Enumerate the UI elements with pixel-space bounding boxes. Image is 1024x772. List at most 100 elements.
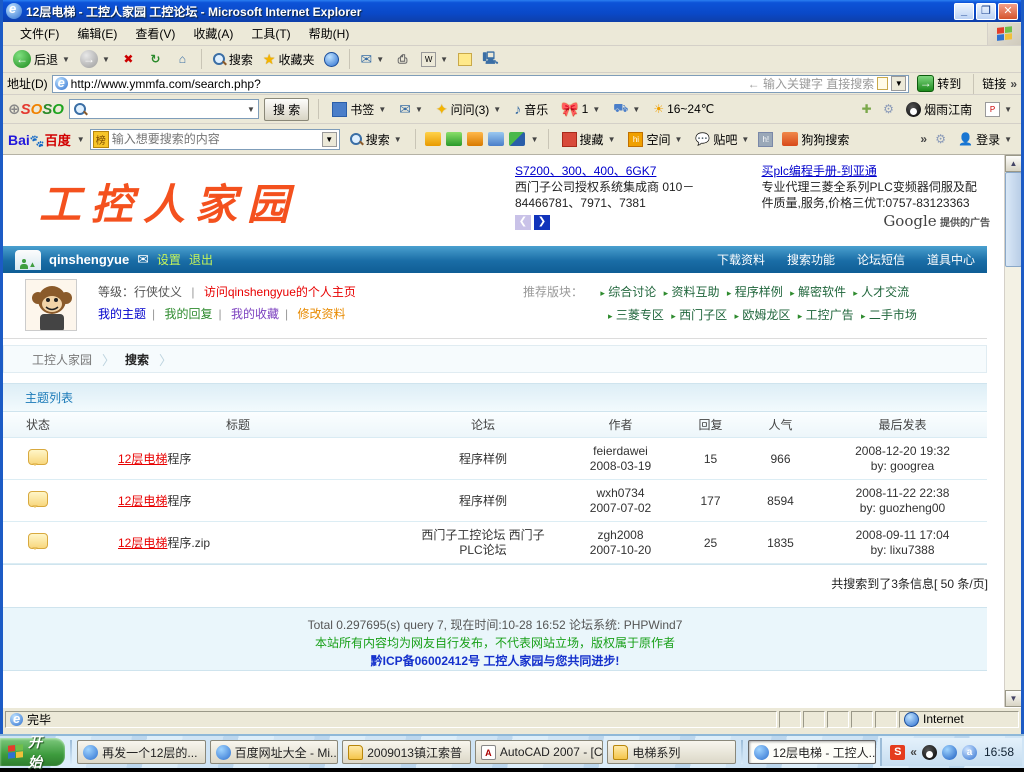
sogou-tray-icon[interactable]: S [890, 745, 905, 760]
menu-file[interactable]: 文件(F) [11, 22, 68, 45]
board-link[interactable]: 西门子区 [679, 308, 727, 322]
baidu-zhidao-icon[interactable] [467, 132, 483, 146]
links-label[interactable]: 链接 [982, 75, 1006, 92]
stop-button[interactable]: ✖ [116, 49, 141, 70]
baidu-tieba-button[interactable]: 💬贴吧▼ [691, 129, 753, 150]
soso-bookmark-button[interactable]: 书签▼ [328, 99, 390, 120]
topic-link[interactable]: 12层电梯 [118, 536, 167, 550]
vertical-scrollbar[interactable]: ▲ ▼ [1004, 155, 1021, 707]
task-button[interactable]: 百度网址大全 - Mi... [210, 740, 339, 764]
qq-account-button[interactable]: 烟雨江南 [902, 99, 976, 120]
author-link[interactable]: zgh2008 [563, 528, 678, 543]
scroll-up-icon[interactable]: ▲ [1005, 155, 1021, 172]
start-button[interactable]: 开始 [0, 738, 65, 766]
address-input[interactable] [71, 77, 745, 91]
soso-search-button[interactable]: 搜 索 [264, 98, 309, 121]
last-poster-link[interactable]: by: guozheng00 [818, 501, 987, 516]
board-link[interactable]: 人才交流 [861, 285, 909, 299]
maximize-button[interactable]: ❐ [976, 3, 996, 20]
links-chevron-icon[interactable]: » [1010, 77, 1017, 91]
menu-view[interactable]: 查看(V) [126, 22, 184, 45]
forum-link[interactable]: 西门子工控论坛 西门子 PLC论坛 [403, 528, 563, 558]
baidu-cube-icon[interactable] [509, 132, 525, 146]
board-link[interactable]: 程序样例 [735, 285, 783, 299]
edit-profile-link[interactable]: 修改资料 [297, 307, 345, 321]
baidu-search-input[interactable] [112, 132, 319, 146]
soso-search-input[interactable]: ▼ [69, 99, 259, 119]
author-link[interactable]: feierdawei [563, 444, 678, 459]
soso-music-button[interactable]: ♪音乐 [510, 99, 552, 120]
baidu-login-button[interactable]: 👤登录▼ [954, 129, 1016, 150]
task-button[interactable]: 2009013镇江索普 [342, 740, 471, 764]
menu-help[interactable]: 帮助(H) [300, 22, 359, 45]
gougou-search-button[interactable]: 狗狗搜索 [778, 129, 853, 150]
baidu-mp3-icon[interactable] [425, 132, 441, 146]
scroll-down-icon[interactable]: ▼ [1005, 690, 1021, 707]
username[interactable]: qinshengyue [49, 252, 129, 267]
search-func-link[interactable]: 搜索功能 [787, 251, 835, 268]
soso-cart-button[interactable]: ⛟▼ [609, 99, 644, 119]
logout-link[interactable]: 退出 [189, 251, 213, 268]
author-link[interactable]: wxh0734 [563, 486, 678, 501]
menu-tools[interactable]: 工具(T) [242, 22, 299, 45]
ad2-title-link[interactable]: 买plc编程手册-到亚通 [762, 164, 877, 178]
board-link[interactable]: 欧姆龙区 [742, 308, 790, 322]
board-link[interactable]: 三菱专区 [616, 308, 664, 322]
history-button[interactable] [320, 50, 343, 69]
plus-icon[interactable]: ✚ [858, 101, 875, 118]
last-poster-link[interactable]: by: lixu7388 [818, 543, 987, 558]
soso-gift-button[interactable]: 🎀1▼ [557, 99, 604, 120]
tools-center-link[interactable]: 道具中心 [927, 251, 975, 268]
qq-tray-icon[interactable] [922, 745, 937, 760]
edit-button[interactable]: W▼ [417, 50, 452, 69]
baidu-search-button[interactable]: 搜索▼ [345, 129, 406, 150]
baidu-overflow-chevron[interactable]: » [920, 132, 927, 146]
scrollbar-thumb[interactable] [1005, 172, 1021, 267]
tray-collapse-chevron[interactable]: « [910, 745, 917, 759]
breadcrumb-home[interactable]: 工控人家园 [32, 351, 92, 368]
minimize-button[interactable]: _ [954, 3, 974, 20]
task-button[interactable]: 再发一个12层的... [77, 740, 206, 764]
hao-icon[interactable]: h! [758, 132, 773, 147]
soso-mail-button[interactable]: ✉▼ [395, 99, 427, 120]
ads-prev-button[interactable]: ❮ [515, 215, 531, 230]
baidu-space-button[interactable]: hi空间▼ [624, 129, 686, 150]
print-button[interactable]: ⎙ [390, 49, 415, 70]
menu-favorites[interactable]: 收藏(A) [184, 22, 242, 45]
address-dropdown[interactable]: ▼ [891, 76, 906, 91]
search-button[interactable]: 搜索 [208, 49, 257, 70]
baidu-gear-icon[interactable]: ⚙ [932, 131, 949, 148]
baidu-input-dropdown[interactable]: ▼ [322, 132, 337, 147]
mail-button[interactable]: ✉▼ [356, 49, 388, 70]
forum-link[interactable]: 程序样例 [403, 492, 563, 509]
menu-edit[interactable]: 编辑(E) [68, 22, 126, 45]
back-button[interactable]: ←后退▼ [9, 48, 74, 70]
refresh-button[interactable]: ↻ [143, 49, 168, 70]
bang-badge-icon[interactable]: 榜 [93, 131, 109, 148]
download-link[interactable]: 下载资料 [717, 251, 765, 268]
go-button[interactable]: →转到 [913, 74, 965, 93]
favorites-button[interactable]: ★收藏夹 [259, 49, 319, 70]
notes-button[interactable] [454, 51, 476, 68]
topic-link[interactable]: 12层电梯 [118, 494, 167, 508]
close-button[interactable]: ✕ [998, 3, 1018, 20]
baidu-logo-dropdown[interactable]: ▼ [77, 135, 85, 144]
footer-icp-link[interactable]: 黔ICP备06002412号 工控人家园与您共同进步! [3, 652, 987, 670]
my-topics-link[interactable]: 我的主题 [98, 307, 146, 321]
baidu-video-icon[interactable] [488, 132, 504, 146]
settings-link[interactable]: 设置 [157, 251, 181, 268]
task-button[interactable]: AAutoCAD 2007 - [C:... [475, 740, 604, 764]
my-replies-link[interactable]: 我的回复 [164, 307, 212, 321]
soso-weather-button[interactable]: ☀16~24℃ [649, 100, 718, 118]
board-link[interactable]: 二手市场 [869, 308, 917, 322]
board-link[interactable]: 工控广告 [806, 308, 854, 322]
home-button[interactable]: ⌂ [170, 49, 195, 70]
homepage-link[interactable]: 访问qinshengyue的个人主页 [204, 285, 356, 299]
forum-link[interactable]: 程序样例 [403, 450, 563, 467]
baidu-soucang-button[interactable]: 搜藏▼ [558, 129, 620, 150]
task-button-active[interactable]: 12层电梯 - 工控人... [748, 740, 877, 764]
baidu-image-icon[interactable] [446, 132, 462, 146]
board-link[interactable]: 资料互助 [671, 285, 719, 299]
my-favorites-link[interactable]: 我的收藏 [231, 307, 279, 321]
soso-wenwen-button[interactable]: ✦问问(3)▼ [432, 99, 505, 120]
